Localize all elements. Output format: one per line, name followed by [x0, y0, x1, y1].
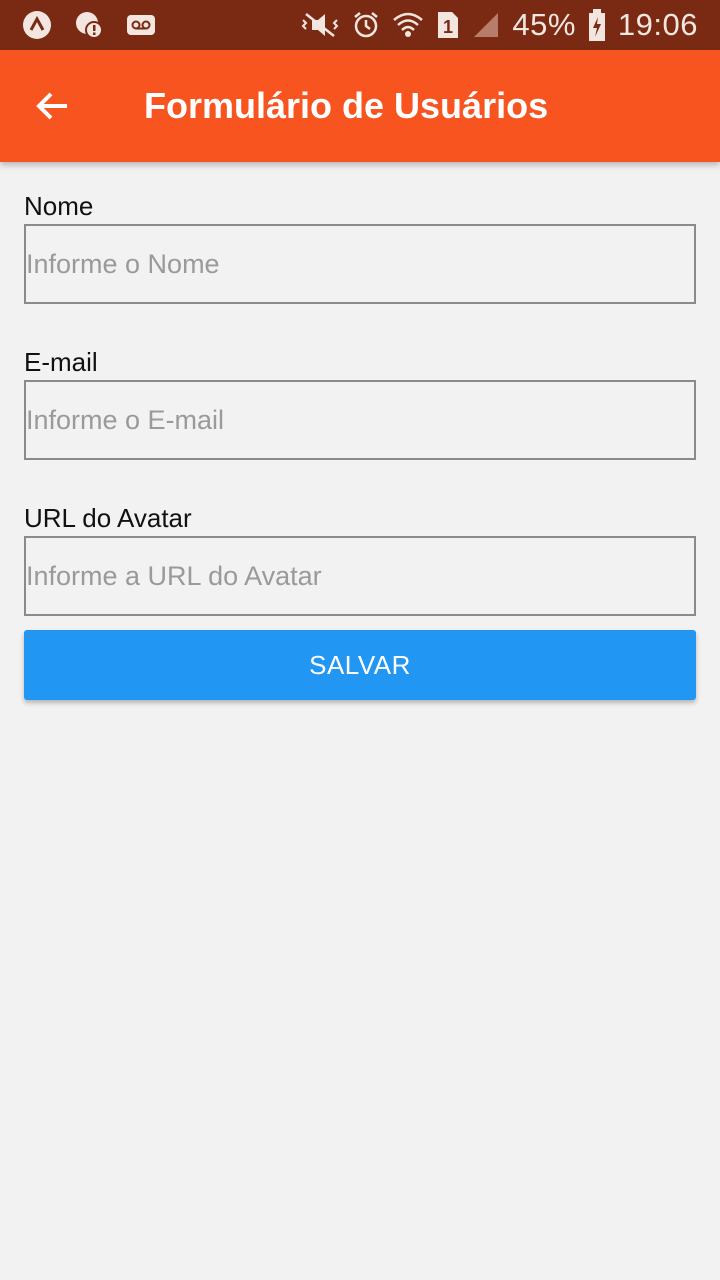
arrow-back-icon [36, 92, 67, 120]
page-title: Formulário de Usuários [144, 85, 549, 126]
alarm-icon [352, 11, 380, 39]
status-bar: 1 45% 19:06 [0, 0, 720, 50]
sim-icon: 1 [436, 10, 460, 40]
notification-alert-icon [74, 10, 104, 40]
avatar-url-input[interactable] [24, 536, 696, 616]
status-bar-left [22, 10, 178, 40]
avatar-url-label: URL do Avatar [24, 503, 192, 533]
save-button[interactable]: SALVAR [24, 630, 696, 700]
app-launcher-icon [22, 10, 52, 40]
email-input[interactable] [24, 380, 696, 460]
voicemail-icon [126, 14, 156, 36]
status-bar-right: 1 45% 19:06 [288, 7, 698, 43]
name-label: Nome [24, 191, 94, 221]
battery-percentage: 45% [512, 7, 576, 42]
name-input[interactable] [24, 224, 696, 304]
cell-signal-icon [472, 11, 500, 39]
user-form: Nome E-mail URL do Avatar [24, 188, 696, 656]
clock: 19:06 [617, 7, 698, 42]
email-label: E-mail [24, 347, 98, 377]
sim-slot-label: 1 [443, 17, 453, 37]
battery-charging-icon [588, 9, 606, 41]
app-bar: Formulário de Usuários [0, 50, 720, 162]
back-button[interactable] [30, 86, 74, 126]
mute-vibrate-icon [300, 10, 340, 40]
wifi-icon [392, 10, 424, 40]
